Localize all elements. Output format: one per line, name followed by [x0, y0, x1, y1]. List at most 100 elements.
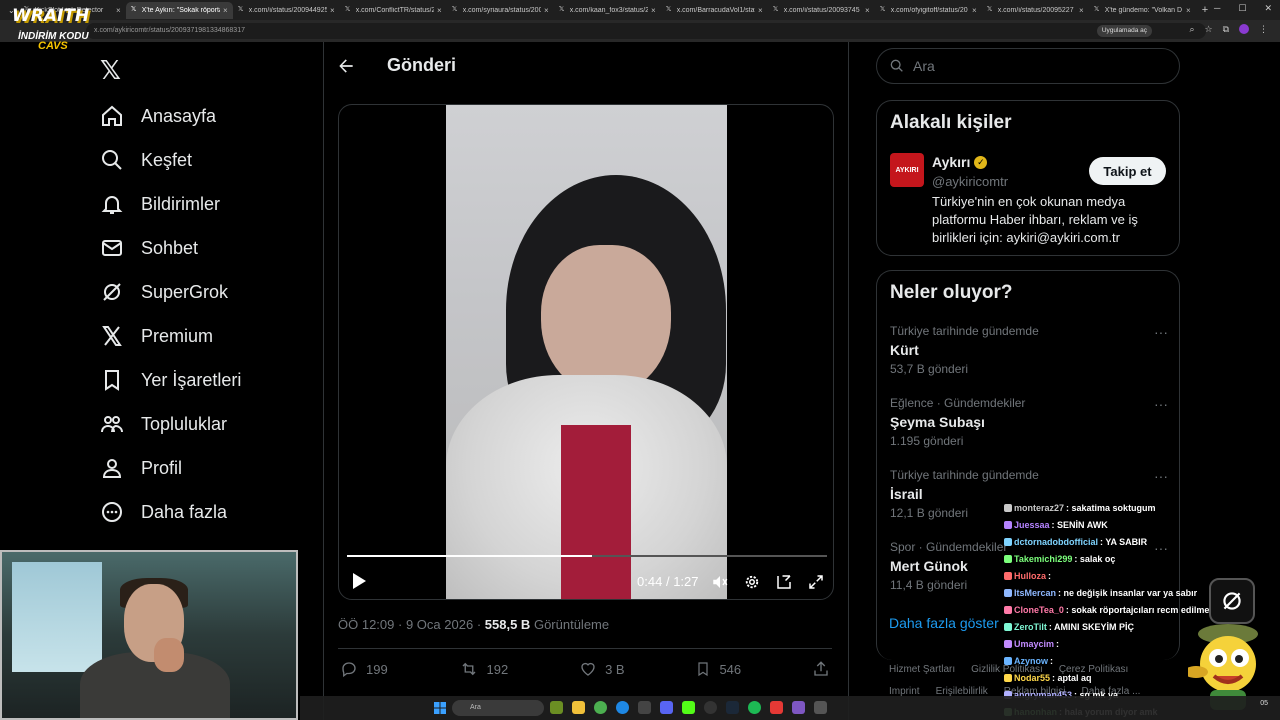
chat-username[interactable]: CloneTea_0	[1014, 605, 1064, 615]
taskbar-clock[interactable]: 05	[1260, 699, 1268, 708]
tab-close-icon[interactable]: ×	[1186, 6, 1191, 15]
minimize-icon[interactable]: ─	[1214, 3, 1220, 14]
chat-username[interactable]: Hulloza	[1014, 571, 1046, 581]
extensions-icon[interactable]: ⧉	[1223, 24, 1229, 35]
bookmark-button[interactable]: 546	[695, 660, 741, 678]
tab-close-icon[interactable]: ×	[437, 6, 442, 15]
picture-in-picture-icon[interactable]	[775, 573, 793, 596]
chat-username[interactable]: ZeroTilt	[1014, 622, 1047, 632]
footer-link[interactable]: Hizmet Şartları	[889, 664, 955, 675]
chat-username[interactable]: Takemichi299	[1014, 554, 1072, 564]
tab-close-icon[interactable]: ×	[116, 6, 121, 15]
browser-tab[interactable]: 𝕏x.com/syriaura/status/200 ×	[447, 2, 554, 19]
tab-close-icon[interactable]: ×	[223, 6, 228, 15]
nav-item-grok[interactable]: SuperGrok	[100, 277, 228, 307]
account-name[interactable]: Aykırı	[932, 154, 970, 170]
chat-text: : sakatima soktugum	[1066, 503, 1156, 513]
nav-item-more[interactable]: Daha fazla	[100, 497, 227, 527]
maximize-icon[interactable]: ☐	[1238, 3, 1246, 14]
browser-tab[interactable]: 𝕏x.com/BarracudaVol1/stat ×	[661, 2, 768, 19]
spotify-icon[interactable]	[748, 701, 761, 714]
profile-avatar-icon[interactable]	[1239, 24, 1249, 34]
steam-icon[interactable]	[726, 701, 739, 714]
nav-item-home[interactable]: Anasayfa	[100, 101, 216, 131]
zoom-icon[interactable]: ⌕	[1189, 24, 1194, 35]
play-icon[interactable]	[351, 572, 367, 595]
x-logo-icon[interactable]: 𝕏	[100, 55, 121, 86]
taskbar-search[interactable]: Ara	[452, 700, 544, 716]
obs-icon[interactable]	[704, 701, 717, 714]
close-window-icon[interactable]: ✕	[1264, 3, 1272, 14]
nav-item-bookmark[interactable]: Yer İşaretleri	[100, 365, 241, 395]
settings-gear-icon[interactable]	[743, 573, 761, 596]
nav-item-search[interactable]: Keşfet	[100, 145, 192, 175]
chat-username[interactable]: monteraz27	[1014, 503, 1064, 513]
nav-item-profile[interactable]: Profil	[100, 453, 182, 483]
chat-username[interactable]: dctornadobdofficial	[1014, 537, 1098, 547]
chat-username[interactable]: Juessaa	[1014, 520, 1050, 530]
browser-menu-icon[interactable]: ⋮	[1259, 24, 1268, 35]
follow-button[interactable]: Takip et	[1089, 157, 1166, 185]
browser-tab[interactable]: 𝕏x.com/i/status/20095227 ×	[982, 2, 1089, 19]
trend-item[interactable]: Eğlence · Gündemdekiler Şeyma Subaşı 1.195…	[890, 396, 1180, 448]
video-player[interactable]: 0:44 / 1:27	[338, 104, 834, 600]
windows-start-icon[interactable]	[434, 702, 446, 714]
tab-close-icon[interactable]: ×	[544, 6, 549, 15]
tab-close-icon[interactable]: ×	[865, 6, 870, 15]
chrome-icon[interactable]	[594, 701, 607, 714]
account-name-row[interactable]: Aykırı ✓	[932, 154, 988, 170]
kick-icon[interactable]	[682, 701, 695, 714]
tab-close-icon[interactable]: ×	[972, 6, 977, 15]
volume-icon[interactable]	[711, 573, 729, 596]
tab-close-icon[interactable]: ×	[1079, 6, 1084, 15]
app-icon[interactable]	[814, 701, 827, 714]
widgets-icon[interactable]	[550, 701, 563, 714]
browser-tab[interactable]: 𝕏x.com/ConflictTR/status/2 ×	[340, 2, 447, 19]
new-tab-icon[interactable]: +	[1202, 4, 1208, 16]
share-button[interactable]	[812, 660, 830, 678]
back-arrow-icon[interactable]	[336, 56, 356, 81]
app-icon[interactable]	[770, 701, 783, 714]
chat-username[interactable]: Umaycim	[1014, 639, 1054, 649]
browser-tab[interactable]: 𝕏x.com/kaan_fox3/status/2 ×	[554, 2, 661, 19]
browser-tab[interactable]: 𝕏x.com/i/status/20093745 ×	[768, 2, 875, 19]
chat-username[interactable]: ItsMercan	[1014, 588, 1056, 598]
trend-more-icon[interactable]: ···	[1154, 324, 1168, 340]
tab-close-icon[interactable]: ×	[651, 6, 656, 15]
trend-more-icon[interactable]: ···	[1154, 468, 1168, 484]
post-time[interactable]: ÖÖ 12:09	[338, 617, 394, 632]
edge-icon[interactable]	[616, 701, 629, 714]
like-button[interactable]: 3 B	[579, 660, 625, 678]
app-icon[interactable]	[792, 701, 805, 714]
file-explorer-icon[interactable]	[572, 701, 585, 714]
chat-username[interactable]: Azynow	[1014, 656, 1048, 666]
post-date[interactable]: 9 Oca 2026	[406, 617, 473, 632]
repost-button[interactable]: 192	[459, 660, 508, 678]
show-more-link[interactable]: Daha fazla göster	[889, 615, 999, 631]
star-icon[interactable]: ☆	[1204, 24, 1212, 35]
search-input[interactable]: Ara	[876, 48, 1180, 84]
open-in-app-chip[interactable]: Uygulamada aç	[1096, 25, 1152, 37]
discord-icon[interactable]	[660, 701, 673, 714]
tab-close-icon[interactable]: ×	[330, 6, 335, 15]
nav-item-bell[interactable]: Bildirimler	[100, 189, 220, 219]
chat-username[interactable]: Nodar55	[1014, 673, 1050, 683]
browser-tab[interactable]: 𝕏x.com/i/status/200944925 ×	[233, 2, 340, 19]
browser-tab[interactable]: 𝕏 X'te gündemo: "Volkan D ×	[1089, 2, 1196, 19]
trend-item[interactable]: Türkiye tarihinde gündemde Kürt 53,7 B gön…	[890, 324, 1180, 376]
terminal-icon[interactable]	[638, 701, 651, 714]
video-progress-bar[interactable]	[347, 555, 827, 557]
account-handle[interactable]: @aykiricomtr	[932, 174, 1008, 189]
tab-close-icon[interactable]: ×	[758, 6, 763, 15]
browser-tab[interactable]: 𝕏x.com/ofyigitoff/status/20 ×	[875, 2, 982, 19]
fullscreen-icon[interactable]	[807, 573, 825, 596]
nav-item-communities[interactable]: Topluluklar	[100, 409, 227, 439]
browser-tab[interactable]: 𝕏 X'te Aykırı: "Sokak röportaj ×	[125, 1, 233, 19]
video-frame[interactable]	[446, 105, 727, 599]
nav-item-mail[interactable]: Sohbet	[100, 233, 198, 263]
reply-button[interactable]: 199	[340, 660, 388, 678]
avatar[interactable]: AYKIRI	[890, 153, 924, 187]
trend-more-icon[interactable]: ···	[1154, 396, 1168, 412]
nav-item-x[interactable]: Premium	[100, 321, 213, 351]
url-field[interactable]: x.com/aykiricomtr/status/200937198133486…	[86, 23, 1206, 39]
